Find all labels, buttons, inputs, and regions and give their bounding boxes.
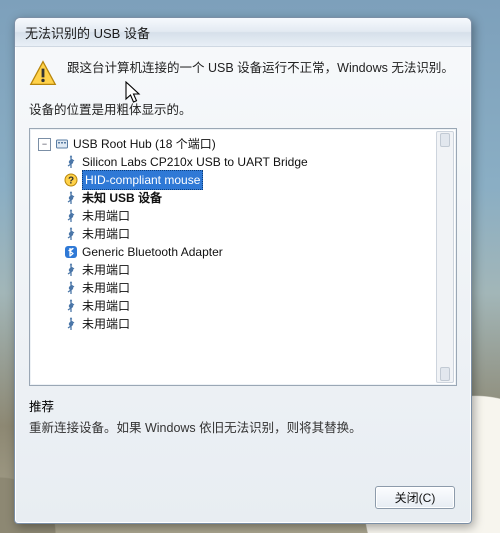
tree-item-label: 未用端口 — [82, 207, 130, 226]
tree-item-label: Generic Bluetooth Adapter — [82, 243, 223, 262]
usb-unrecognized-dialog: 无法识别的 USB 设备 跟这台计算机连接的一个 USB 设备运行不正常，Win… — [14, 17, 472, 524]
dialog-title: 无法识别的 USB 设备 — [25, 23, 150, 42]
tree-item-label: 未用端口 — [82, 279, 130, 298]
location-hint: 设备的位置是用粗体显示的。 — [29, 99, 457, 118]
tree-item-label: 未用端口 — [82, 315, 130, 334]
dialog-body: 跟这台计算机连接的一个 USB 设备运行不正常，Windows 无法识别。 设备… — [15, 47, 471, 446]
alert-row: 跟这台计算机连接的一个 USB 设备运行不正常，Windows 无法识别。 — [29, 59, 457, 87]
question-icon: ? — [64, 173, 78, 187]
collapse-icon[interactable]: − — [38, 138, 51, 151]
bluetooth-icon — [64, 245, 78, 259]
usb-hub-icon — [55, 137, 69, 151]
tree-item[interactable]: 未用端口 — [34, 315, 432, 333]
tree-item-label: Silicon Labs CP210x USB to UART Bridge — [82, 153, 308, 172]
desktop-background: 无法识别的 USB 设备 跟这台计算机连接的一个 USB 设备运行不正常，Win… — [0, 0, 500, 533]
tree-root-label: USB Root Hub (18 个端口) — [73, 135, 216, 154]
usb-icon — [64, 191, 78, 205]
tree-item-label: 未用端口 — [82, 261, 130, 280]
usb-icon — [64, 209, 78, 223]
svg-text:?: ? — [68, 176, 74, 187]
warning-icon — [29, 59, 57, 87]
tree-item[interactable]: Generic Bluetooth Adapter — [34, 243, 432, 261]
tree-item[interactable]: ? HID-compliant mouse — [34, 171, 432, 189]
alert-text: 跟这台计算机连接的一个 USB 设备运行不正常，Windows 无法识别。 — [67, 59, 454, 78]
usb-icon — [64, 281, 78, 295]
recommendation-title: 推荐 — [29, 396, 457, 415]
dialog-titlebar[interactable]: 无法识别的 USB 设备 — [15, 18, 471, 47]
tree-item[interactable]: 未用端口 — [34, 297, 432, 315]
usb-icon — [64, 317, 78, 331]
tree-item-label: 未知 USB 设备 — [82, 189, 162, 208]
device-tree-panel: − USB Root Hub (18 个端口)Silicon Labs CP210… — [29, 128, 457, 386]
close-button[interactable]: 关闭(C) — [375, 486, 455, 509]
tree-item[interactable]: 未知 USB 设备 — [34, 189, 432, 207]
tree-item-label: 未用端口 — [82, 225, 130, 244]
usb-icon — [64, 263, 78, 277]
tree-item[interactable]: 未用端口 — [34, 207, 432, 225]
dialog-button-row: 关闭(C) — [375, 486, 455, 509]
tree-item-label: HID-compliant mouse — [82, 170, 203, 191]
usb-icon — [64, 299, 78, 313]
tree-item[interactable]: Silicon Labs CP210x USB to UART Bridge — [34, 153, 432, 171]
tree-root-row[interactable]: − USB Root Hub (18 个端口) — [34, 135, 432, 153]
usb-icon — [64, 155, 78, 169]
device-tree[interactable]: − USB Root Hub (18 个端口)Silicon Labs CP210… — [34, 135, 432, 333]
usb-icon — [64, 227, 78, 241]
tree-item[interactable]: 未用端口 — [34, 225, 432, 243]
recommendation-section: 推荐 重新连接设备。如果 Windows 依旧无法识别，则将其替换。 — [29, 396, 457, 436]
recommendation-body: 重新连接设备。如果 Windows 依旧无法识别，则将其替换。 — [29, 417, 457, 436]
tree-item[interactable]: 未用端口 — [34, 261, 432, 279]
tree-item[interactable]: 未用端口 — [34, 279, 432, 297]
tree-item-label: 未用端口 — [82, 297, 130, 316]
scrollbar[interactable] — [436, 131, 454, 383]
